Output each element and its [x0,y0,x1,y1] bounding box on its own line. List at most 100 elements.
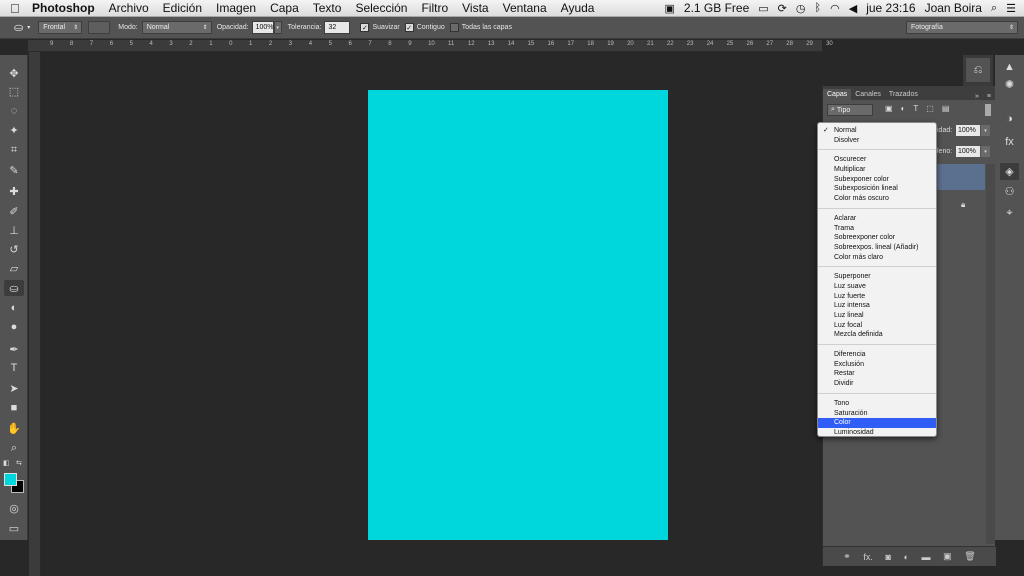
layer-fill-dropdown[interactable]: ▾ [981,146,990,157]
layers-scrollbar[interactable] [986,164,995,544]
adjustment-filter-icon[interactable]: ◐ [901,104,906,113]
path-selection-tool-icon[interactable]: ➤ [4,380,24,396]
styles-icon[interactable]: fx [1000,133,1019,150]
default-colors-icon[interactable]: ◧ [3,459,10,467]
panel-menu-icon[interactable]: ≡ [987,93,991,100]
blend-mode-item[interactable]: Sobreexpos. lineal (Añadir) [818,243,936,253]
opacity-dropdown-button[interactable]: ▾ [273,21,282,34]
menu-ventana[interactable]: Ventana [503,1,547,15]
tolerance-input[interactable]: 32 [324,21,351,34]
zoom-tool-icon[interactable]: ⌕ [4,440,24,456]
blend-mode-item[interactable]: Saturación [818,409,936,419]
clock[interactable]: jue 23:16 [866,1,915,15]
blend-mode-item[interactable]: Subexposición lineal [818,184,936,194]
marquee-tool-icon[interactable]: ⬚ [4,83,24,99]
antialias-checkbox[interactable]: ✓ [360,23,370,32]
screen-mode-icon[interactable]: ▭ [4,520,24,536]
navigator-icon[interactable]: ✺ [1000,76,1019,93]
filter-toggle[interactable] [985,104,991,116]
blend-mode-item[interactable]: Restar [818,369,936,379]
menu-edicion[interactable]: Edición [163,1,202,15]
stamp-tool-icon[interactable]: ⊥ [4,222,24,238]
blend-mode-item[interactable]: Sobreexponer color [818,233,936,243]
document-canvas[interactable] [368,90,668,540]
blend-mode-item[interactable]: Luminosidad [818,428,936,438]
memory-icon[interactable]: ▣ [664,2,674,15]
type-tool-icon[interactable]: T [4,360,24,376]
new-group-icon[interactable]: ▬ [922,552,931,562]
shape-filter-icon[interactable]: ⬚ [926,104,934,113]
tool-preset-arrow-icon[interactable]: ▾ [27,24,30,31]
wifi-icon[interactable]: ◠ [830,2,840,15]
add-mask-icon[interactable]: ◙ [886,552,891,562]
hand-tool-icon[interactable]: ✋ [4,420,24,436]
pattern-picker[interactable] [88,21,111,34]
layer-opacity-input[interactable]: 100% [956,125,980,136]
tab-capas[interactable]: Capas [823,89,852,100]
volume-icon[interactable]: ◀ [849,2,857,15]
lasso-tool-icon[interactable]: ◌ [4,103,24,119]
contiguous-checkbox[interactable]: ✓ [404,23,414,32]
blend-mode-item[interactable]: Superponer [818,272,936,282]
blend-mode-item[interactable]: Luz focal [818,321,936,331]
new-adjustment-layer-icon[interactable]: ◐ [904,552,909,562]
history-brush-tool-icon[interactable]: ↺ [4,241,24,257]
eyedropper-tool-icon[interactable]: ✎ [4,162,24,178]
blend-mode-item[interactable]: Luz lineal [818,311,936,321]
layers-panel-icon[interactable]: ◈ [1000,163,1019,180]
smart-filter-icon[interactable]: ▤ [942,104,950,113]
app-menu[interactable]: Photoshop [32,1,95,15]
spotlight-icon[interactable]: ⌕ [991,2,997,15]
pen-tool-icon[interactable]: ✒ [4,341,24,357]
blend-mode-item[interactable]: Aclarar [818,214,936,224]
menu-archivo[interactable]: Archivo [109,1,149,15]
blend-mode-item[interactable]: Color [818,418,936,428]
notifications-icon[interactable]: ☰ [1006,2,1016,15]
menu-vista[interactable]: Vista [462,1,488,15]
blend-mode-item[interactable]: Dividir [818,379,936,389]
blend-mode-item[interactable]: Luz intensa [818,301,936,311]
foreground-color-swatch[interactable] [4,473,17,486]
new-layer-icon[interactable]: ▣ [943,551,952,562]
menu-imagen[interactable]: Imagen [216,1,256,15]
blur-tool-icon[interactable]: ◐ [4,300,24,316]
histogram-icon[interactable]: ▲ [1000,58,1019,75]
time-machine-icon[interactable]: ◷ [796,2,806,15]
battery-icon[interactable]: ▭ [758,2,768,15]
blend-mode-item[interactable]: Exclusión [818,360,936,370]
fill-source-select[interactable]: Frontal ⇕ [38,21,83,34]
layer-fill-input[interactable]: 100% [956,146,980,157]
pixel-filter-icon[interactable]: ▣ [885,104,893,113]
blend-mode-item[interactable]: Color más claro [818,253,936,263]
tab-canales[interactable]: Canales [851,89,885,100]
blend-mode-item[interactable]: Diferencia [818,350,936,360]
blend-mode-item[interactable]: Multiplicar [818,165,936,175]
memory-status[interactable]: 2.1 GB Free [684,1,749,15]
blend-mode-item[interactable]: Oscurecer [818,155,936,165]
collapse-panel-icon[interactable]: » [975,93,979,100]
paint-bucket-icon[interactable]: ⛀ [14,21,23,34]
blend-mode-item[interactable]: Mezcla definida [818,330,936,340]
sync-icon[interactable]: ⟳ [778,2,787,15]
blend-mode-item[interactable]: Trama [818,224,936,234]
mode-select[interactable]: Normal ⇕ [141,21,212,34]
brush-tool-icon[interactable]: ✐ [4,203,24,219]
blend-mode-item[interactable]: Color más oscuro [818,194,936,204]
quick-mask-icon[interactable]: ◎ [4,500,24,516]
menu-capa[interactable]: Capa [270,1,299,15]
healing-brush-tool-icon[interactable]: ✚ [4,183,24,199]
history-panel-icon[interactable]: ⎌ [966,58,990,82]
paths-panel-icon[interactable]: ⌖ [1000,205,1019,222]
move-tool-icon[interactable]: ✥ [4,65,24,81]
type-filter-icon[interactable]: T [913,104,918,113]
all-layers-checkbox[interactable] [449,23,459,32]
channels-panel-icon[interactable]: ⚇ [1000,183,1019,200]
magic-wand-tool-icon[interactable]: ✦ [4,122,24,138]
blend-mode-item[interactable]: Normal [818,126,936,136]
layer-filter-select[interactable]: ⌕ Tipo [827,104,873,116]
blend-mode-item[interactable]: Tono [818,399,936,409]
layer-style-icon[interactable]: fx. [863,552,873,562]
menu-ayuda[interactable]: Ayuda [561,1,595,15]
user-name[interactable]: Joan Boira [925,1,982,15]
layer-opacity-dropdown[interactable]: ▾ [981,125,990,136]
